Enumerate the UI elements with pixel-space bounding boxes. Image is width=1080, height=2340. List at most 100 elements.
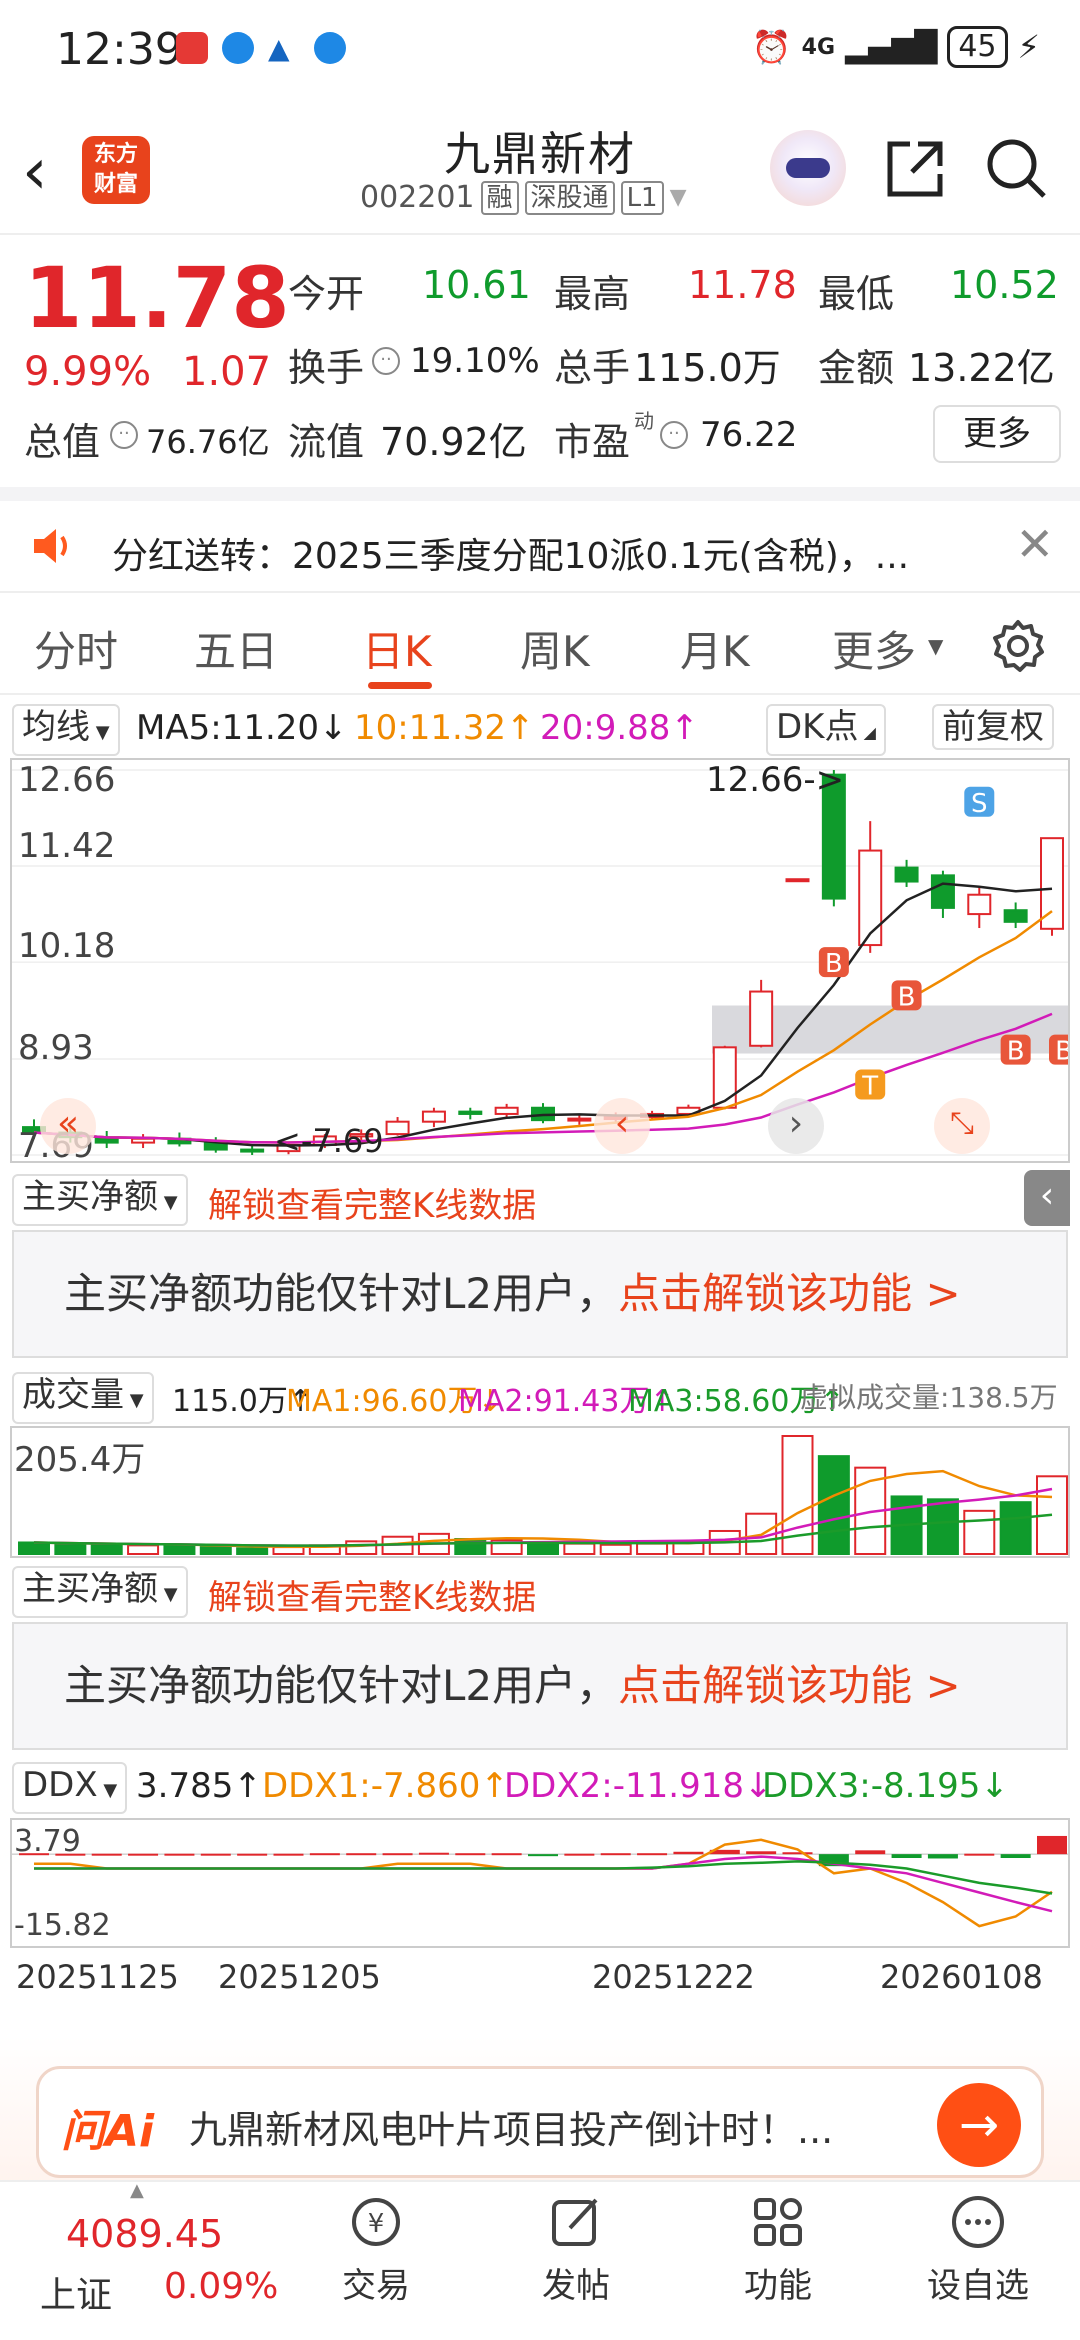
scroll-forward-icon[interactable]: › (768, 1098, 824, 1154)
side-collapse-icon[interactable]: ‹ (1024, 1170, 1070, 1226)
low-label: 最低 (818, 272, 895, 316)
adjust-selector[interactable]: 前复权 (932, 704, 1054, 750)
ddx-bar (782, 1852, 813, 1855)
ddx-selector[interactable]: DDX ▼ (12, 1762, 128, 1814)
gear-icon[interactable] (990, 618, 1046, 674)
volume-bar (127, 1544, 160, 1555)
volume-bar (563, 1542, 596, 1555)
period-tabs: 分时 五日 日K 周K 月K 更多 ▼ (0, 600, 1080, 695)
nav-features[interactable]: 功能 (708, 2192, 848, 2307)
unlock-link[interactable]: 解锁查看完整K线数据 (208, 1178, 536, 1227)
pe-label: 市盈 (554, 420, 631, 464)
tab-daily-k[interactable]: 日K (362, 618, 432, 679)
scroll-left-icon[interactable]: « (40, 1098, 96, 1154)
index-name[interactable]: 上证 (40, 2266, 112, 2318)
open-value: 10.61 (422, 263, 531, 307)
close-icon[interactable]: ✕ (1015, 517, 1054, 571)
search-icon[interactable] (984, 136, 1050, 202)
turnover-value: 19.10% (410, 341, 540, 381)
signal-marker-label: T (861, 1072, 878, 1102)
ddx-bar (927, 1854, 958, 1859)
index-percent[interactable]: 0.09% (164, 2266, 278, 2307)
ai-question-text: 九鼎新材风电叶片项目投产倒计时！... (189, 2108, 834, 2152)
ddx-label: DDX (22, 1765, 98, 1805)
ai-question-bar[interactable]: 问Ai 九鼎新材风电叶片项目投产倒计时！... → (36, 2066, 1044, 2178)
signal-marker-label: B (825, 949, 843, 979)
main-net-selector[interactable]: 主买净额 ▼ (12, 1174, 188, 1226)
dk-label: DK点 (776, 707, 859, 747)
main-net-label: 主买净额 (22, 1177, 158, 1217)
nav-trade[interactable]: ¥ 交易 (306, 2192, 446, 2307)
tab-monthly-k[interactable]: 月K (680, 618, 750, 679)
expand-icon[interactable]: ⤡ (934, 1098, 990, 1154)
tab-five-day[interactable]: 五日 (194, 618, 278, 679)
ddx-line (34, 1860, 1053, 1895)
ai-assistant-icon[interactable] (770, 130, 846, 206)
dividend-banner[interactable]: 分红送转：2025三季度分配10派0.1元(含税)，... ✕ (0, 487, 1080, 593)
l2-panel-link[interactable]: 点击解锁该功能 > (618, 1269, 961, 1318)
nav-post[interactable]: 发帖 (506, 2192, 646, 2307)
l2-panel-link[interactable]: 点击解锁该功能 > (618, 1661, 961, 1710)
network-label: 4G (801, 34, 836, 60)
volume-bar (926, 1498, 959, 1555)
signal-icon: ▂▄▆█ (845, 29, 938, 65)
info-icon[interactable]: ·· (110, 421, 138, 449)
l2-upgrade-panel[interactable]: 主买净额功能仅针对L2用户，点击解锁该功能 > (12, 1230, 1068, 1358)
date-tick: 20260108 (880, 1958, 1043, 1996)
kline-chart[interactable]: BBBSTB 12.66 11.42 10.18 8.93 7.69 12.66… (10, 758, 1070, 1166)
change-value: 1.07 (182, 349, 272, 395)
ddx-bar (673, 1851, 704, 1855)
share-icon[interactable] (882, 136, 948, 202)
candle-body (858, 849, 883, 947)
stock-header: ‹ 东方 财富 九鼎新材 002201 融 深股通 L1 ▼ (0, 100, 1080, 235)
candle-body (494, 1106, 519, 1115)
volume-chart[interactable]: 205.4万 (10, 1426, 1070, 1558)
more-button[interactable]: 更多 (933, 405, 1061, 463)
signal-marker-label: B (898, 982, 916, 1012)
l2-upgrade-panel[interactable]: 主买净额功能仅针对L2用户，点击解锁该功能 > (12, 1622, 1068, 1750)
candle-body (930, 874, 955, 909)
ddx-bar (855, 1850, 886, 1855)
ma-selector[interactable]: 均线 ▼ (12, 704, 120, 756)
arrow-right-icon[interactable]: → (937, 2083, 1021, 2167)
ddx-svg (12, 1835, 1068, 1928)
candle-body (712, 1046, 737, 1109)
ddx-bar (1000, 1854, 1031, 1859)
volume-bar (236, 1547, 269, 1556)
info-icon[interactable]: ·· (372, 347, 400, 375)
dividend-text: 分红送转：2025三季度分配10派0.1元(含税)，... (112, 536, 910, 577)
volume-label: 总手 (554, 346, 631, 390)
candle-body (458, 1110, 483, 1115)
low-value: 10.52 (950, 263, 1059, 307)
info-icon[interactable]: ·· (660, 421, 688, 449)
main-net-selector[interactable]: 主买净额 ▼ (12, 1566, 188, 1618)
tab-intraday[interactable]: 分时 (34, 618, 118, 679)
volume-bar (163, 1544, 196, 1555)
tab-more[interactable]: 更多 (832, 618, 916, 679)
ddx-bar (491, 1853, 522, 1856)
date-tick: 20251222 (592, 1958, 755, 1996)
index-value[interactable]: 4089.45 (66, 2212, 223, 2256)
candle-body (94, 1137, 119, 1144)
ddx1-value: DDX1:-7.860↑ (262, 1766, 509, 1806)
stock-subtitle[interactable]: 002201 融 深股通 L1 ▼ (360, 180, 687, 215)
volume-bar (963, 1509, 996, 1555)
ddx-indicator-row: DDX ▼ 3.785↑ DDX1:-7.860↑ DDX2:-11.918↓ … (0, 1758, 1080, 1814)
high-annotation: 12.66-> (706, 760, 845, 800)
date-tick: 20251205 (218, 1958, 381, 1996)
dk-point-selector[interactable]: DK点 ◢ (766, 704, 886, 756)
tab-weekly-k[interactable]: 周K (520, 618, 590, 679)
caret-up-icon: ▲ (130, 2180, 144, 2201)
volume-bar (272, 1546, 305, 1555)
ddx-bar (346, 1853, 377, 1856)
active-tab-underline (368, 682, 432, 689)
huawei-app-icon (176, 32, 208, 64)
edit-icon (552, 2198, 598, 2246)
volume-selector[interactable]: 成交量 ▼ (12, 1372, 154, 1424)
ddx-chart[interactable]: 3.79 -15.82 (10, 1818, 1070, 1948)
nav-watchlist[interactable]: 设自选 (908, 2192, 1048, 2307)
ddx-line (34, 1838, 1053, 1928)
volume-bar (599, 1543, 632, 1556)
scroll-back-icon[interactable]: ‹ (594, 1098, 650, 1154)
unlock-link[interactable]: 解锁查看完整K线数据 (208, 1570, 536, 1619)
